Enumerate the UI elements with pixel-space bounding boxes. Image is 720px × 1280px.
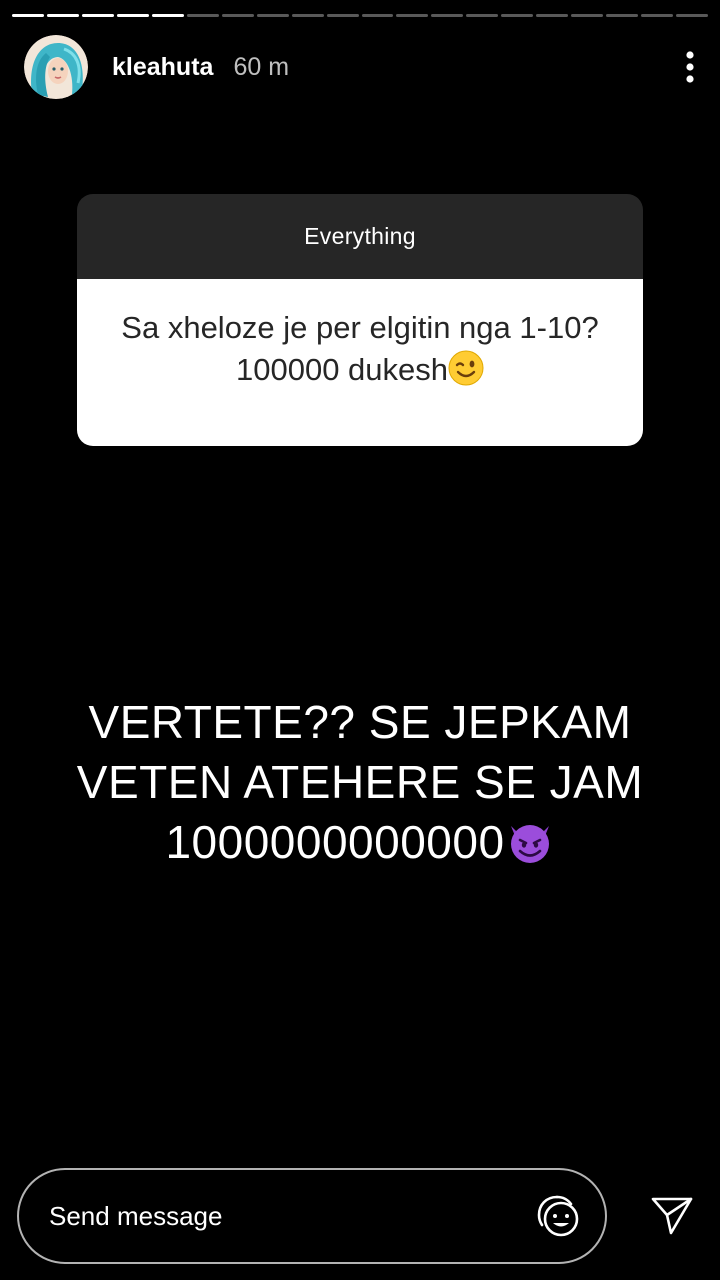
sticker-button[interactable] [531, 1189, 585, 1243]
smiling-devil-emoji-icon [505, 816, 555, 866]
face-sticker-icon [537, 1195, 579, 1237]
avatar[interactable] [24, 35, 88, 99]
caption-line-1: VERTETE?? SE JEPKAM [88, 696, 632, 748]
question-sticker: Everything Sa xheloze je per elgitin nga… [77, 194, 643, 446]
more-vertical-icon [686, 51, 694, 83]
username[interactable]: kleahuta [112, 53, 213, 82]
caption-number: 1000000000000 [165, 816, 505, 868]
progress-segment [186, 14, 219, 17]
send-message-field[interactable]: Send message [17, 1168, 607, 1264]
more-options-button[interactable] [670, 34, 710, 100]
progress-segment [291, 14, 324, 17]
paper-plane-icon [651, 1197, 693, 1235]
progress-segment [12, 14, 44, 17]
time-ago: 60 m [233, 52, 290, 81]
progress-segment [46, 14, 79, 17]
progress-segment [501, 14, 534, 17]
progress-segment [606, 14, 639, 17]
send-message-placeholder: Send message [49, 1200, 223, 1231]
progress-segment [326, 14, 359, 17]
send-button[interactable] [646, 1190, 698, 1242]
progress-segment [536, 14, 569, 17]
progress-segment [396, 14, 429, 17]
story-header: kleahuta 60 m [24, 34, 696, 100]
progress-segment [81, 14, 114, 17]
progress-segment [571, 14, 604, 17]
progress-segment [466, 14, 499, 17]
progress-segment [641, 14, 674, 17]
progress-segment [676, 14, 709, 17]
winking-face-emoji-icon [448, 350, 484, 386]
question-sticker-header: Everything [77, 194, 643, 279]
progress-segment [221, 14, 254, 17]
question-text: Sa xheloze je per elgitin nga 1-10? 1000… [121, 310, 599, 387]
progress-segment [431, 14, 464, 17]
progress-segment [361, 14, 394, 17]
caption-line-2: VETEN ATEHERE SE JAM [76, 756, 644, 808]
story-caption: VERTETE?? SE JEPKAM VETEN ATEHERE SE JAM… [40, 692, 680, 872]
story-progress-bar [12, 14, 709, 18]
progress-segment [151, 14, 184, 17]
progress-segment [256, 14, 289, 17]
caption-line-3: 1000000000000 [40, 812, 680, 872]
avatar-image [24, 35, 88, 99]
question-sticker-body: Sa xheloze je per elgitin nga 1-10? 1000… [77, 279, 643, 446]
progress-segment [116, 14, 149, 17]
